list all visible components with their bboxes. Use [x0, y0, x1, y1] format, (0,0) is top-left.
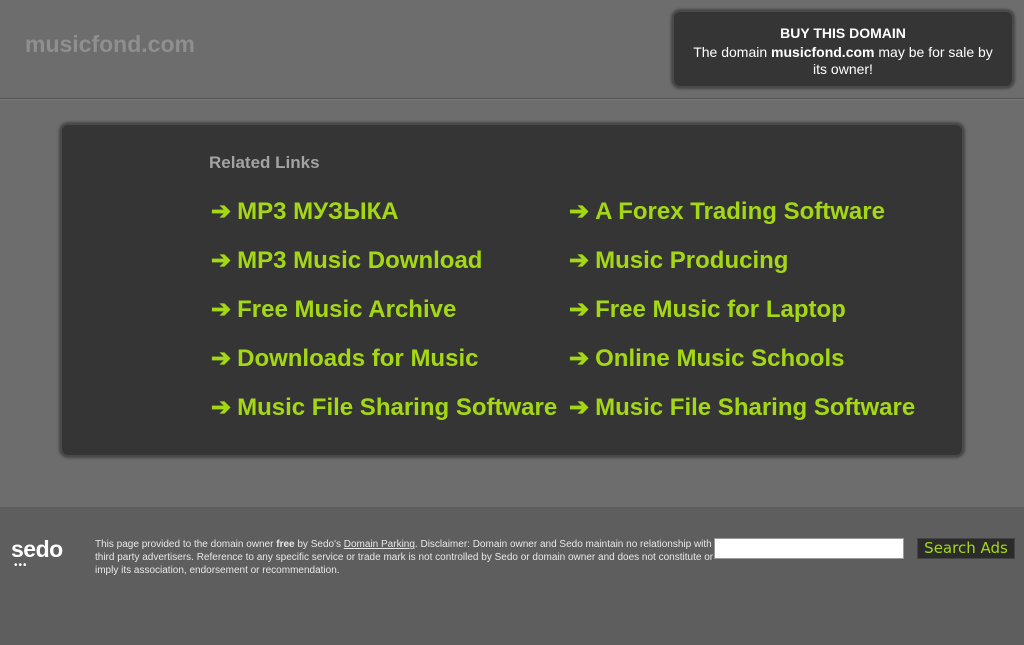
arrow-right-icon: ➔: [569, 345, 590, 372]
search-ads-input[interactable]: [714, 538, 904, 559]
buy-domain-title: BUY THIS DOMAIN: [780, 25, 906, 41]
related-link[interactable]: ➔ Music Producing: [569, 246, 915, 295]
arrow-right-icon: ➔: [211, 247, 232, 274]
arrow-right-icon: ➔: [211, 394, 232, 421]
arrow-right-icon: ➔: [211, 345, 232, 372]
buy-domain-text: The domain musicfond.com may be for sale…: [693, 44, 993, 77]
site-title[interactable]: musicfond.com: [25, 31, 195, 58]
buy-domain-name: musicfond.com: [771, 44, 875, 60]
related-link[interactable]: ➔ Free Music for Laptop: [569, 295, 915, 344]
related-link[interactable]: ➔ Music File Sharing Software: [211, 393, 557, 442]
related-links-right-column: ➔ A Forex Trading Software ➔ Music Produci…: [569, 197, 915, 442]
related-link[interactable]: ➔ A Forex Trading Software: [569, 197, 915, 246]
arrow-right-icon: ➔: [569, 296, 590, 323]
related-link[interactable]: ➔ MP3 МУЗЫКА: [211, 197, 557, 246]
related-link[interactable]: ➔ Music File Sharing Software: [569, 393, 915, 442]
arrow-right-icon: ➔: [211, 296, 232, 323]
search-ads-button[interactable]: Search Ads: [917, 538, 1015, 559]
domain-parking-link[interactable]: Domain Parking: [344, 539, 415, 550]
related-link[interactable]: ➔ MP3 Music Download: [211, 246, 557, 295]
sedo-logo[interactable]: sedo: [11, 536, 63, 563]
arrow-right-icon: ➔: [569, 394, 590, 421]
arrow-right-icon: ➔: [211, 198, 232, 225]
arrow-right-icon: ➔: [569, 198, 590, 225]
related-links-left-column: ➔ MP3 МУЗЫКА ➔ MP3 Music Download ➔ Free Mu…: [211, 197, 557, 442]
arrow-right-icon: ➔: [569, 247, 590, 274]
header-divider: [0, 98, 1024, 99]
related-link[interactable]: ➔ Downloads for Music: [211, 344, 557, 393]
disclaimer-text: This page provided to the domain owner f…: [95, 539, 714, 576]
related-link[interactable]: ➔ Online Music Schools: [569, 344, 915, 393]
sedo-logo-dots: •••: [14, 560, 28, 571]
related-link[interactable]: ➔ Free Music Archive: [211, 295, 557, 344]
related-links-title: Related Links: [209, 153, 320, 172]
footer: sedo ••• This page provided to the domai…: [0, 530, 1024, 590]
related-links-panel: Related Links ➔ MP3 МУЗЫКА ➔ MP3 Music Dow…: [60, 123, 964, 457]
buy-domain-box[interactable]: BUY THIS DOMAIN The domain musicfond.com…: [672, 10, 1014, 88]
